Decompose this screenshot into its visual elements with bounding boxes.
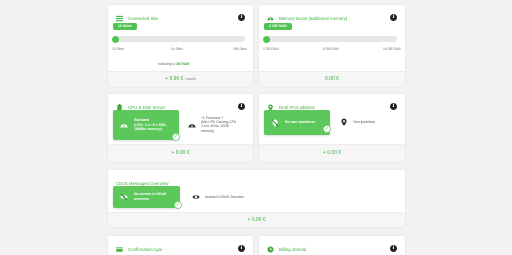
- cpu-option-standard[interactable]: Standard (CPU: 2.4 / 2 x SSD, 16MB/s mem…: [113, 110, 179, 140]
- cpu-title: CPU & Disk Server: [128, 104, 166, 110]
- cpu-option-plus-label: +1 Processor + (Min CPU Caching CPU 2.4 …: [201, 116, 237, 133]
- connections-slider-track[interactable]: [115, 36, 245, 42]
- memory-price: 0.00 €: [325, 76, 339, 82]
- gauge-icon: [120, 124, 128, 128]
- info-icon[interactable]: i: [390, 103, 397, 110]
- memory-header: Memory Boost (additional memory) i: [267, 13, 397, 23]
- ip-card: Dedi IPv4 address i No own ipaddress ✓ O…: [259, 94, 405, 162]
- memory-tick-min: 0 GB RAM: [263, 47, 279, 51]
- connections-title: Connected Site: [128, 15, 159, 21]
- overview-title: CDoS Messages Overview: [116, 180, 169, 186]
- info-icon[interactable]: i: [390, 14, 397, 21]
- ip-option-own-label: Own ipaddress: [353, 120, 375, 124]
- connections-value-badge: 10 Sites: [113, 23, 137, 30]
- memory-tick-mid: 8 GB RAM: [323, 47, 339, 51]
- gauge-icon: [188, 124, 196, 128]
- cpu-price: + 0.00 €: [171, 150, 190, 156]
- overview-option-no-access-label: No access to DDoS overview: [134, 192, 167, 201]
- connections-price-bar: + 9.90 € / month: [108, 71, 253, 87]
- connections-slider-knob[interactable]: [112, 35, 119, 43]
- connections-tick-min: 10 Sites: [112, 47, 124, 51]
- connections-tick-mid: 64 Sites: [171, 47, 183, 51]
- eye-off-icon: [120, 193, 128, 201]
- memory-tick-max: 16 GB RAM: [383, 47, 401, 51]
- info-icon[interactable]: i: [238, 245, 245, 252]
- ip-price: + 0.00 €: [322, 150, 342, 156]
- billing-title: Confirmation type: [128, 246, 163, 252]
- connections-included-note: Including 1 GB RAM: [158, 62, 190, 66]
- cpu-option-standard-label: Standard (CPU: 2.4 / 2 x SSD, 16MB/s mem…: [134, 118, 167, 132]
- eye-icon: [192, 195, 200, 199]
- pin-icon: [341, 118, 347, 126]
- clock-icon: [267, 245, 274, 253]
- overview-option-no-access[interactable]: No access to DDoS overview: [113, 186, 180, 208]
- info-icon[interactable]: i: [238, 103, 245, 110]
- interval-header: Billing interval i: [267, 244, 397, 254]
- connections-card: Connected Site i 10 Sites 10 Sites 64 Si…: [108, 5, 253, 87]
- billing-header: Confirmation type i: [116, 244, 245, 254]
- ip-option-none-label: No own ipaddress: [285, 120, 316, 124]
- cpu-option-check-icon: ✓: [172, 133, 180, 141]
- billing-card: Confirmation type i: [108, 236, 253, 255]
- cpu-card: CPU & Disk Server i Standard (CPU: 2.4 /…: [108, 94, 253, 162]
- memory-slider-track[interactable]: [266, 36, 397, 42]
- overview-price: + 0.00 €: [247, 217, 266, 223]
- cpu-option-plus[interactable]: +1 Processor + (Min CPU Caching CPU 2.4 …: [188, 116, 236, 133]
- memory-slider-knob[interactable]: [263, 35, 270, 43]
- info-icon[interactable]: i: [238, 14, 245, 21]
- pin-off-icon: [271, 118, 279, 127]
- overview-card: CDoS Messages Overview No access to DDoS…: [108, 170, 405, 227]
- memory-card: Memory Boost (additional memory) i 0 GB …: [259, 5, 405, 87]
- overview-price-bar: + 0.00 €: [108, 212, 405, 227]
- ip-title: Dedi IPv4 address: [279, 104, 315, 110]
- overview-option-access-label: Access to DDoS Overview: [205, 195, 244, 199]
- connections-price: + 9.90 €: [165, 76, 184, 82]
- ip-option-check-icon: ✓: [323, 125, 331, 133]
- memory-value-badge: 0 GB RAM: [264, 23, 292, 30]
- cpu-price-bar: + 0.00 €: [108, 144, 253, 162]
- connections-included-value: 1 GB RAM: [172, 62, 190, 66]
- connections-price-unit: / month: [184, 77, 196, 81]
- memory-price-bar: 0.00 €: [259, 71, 405, 87]
- connections-tick-max: 956 Sites: [233, 47, 247, 51]
- interval-title: Billing interval: [279, 246, 307, 252]
- info-icon[interactable]: i: [390, 245, 397, 252]
- lines-icon: [116, 15, 123, 21]
- card-icon: [116, 246, 123, 252]
- ip-price-bar: + 0.00 €: [259, 144, 405, 162]
- overview-option-access[interactable]: Access to DDoS Overview: [192, 193, 244, 201]
- connections-header: Connected Site i: [116, 13, 245, 23]
- ip-option-own[interactable]: Own ipaddress: [340, 118, 375, 126]
- memory-title: Memory Boost (additional memory): [279, 15, 348, 21]
- overview-option-check-icon: ✓: [174, 201, 182, 209]
- interval-card: Billing interval i: [259, 236, 405, 255]
- ip-option-none[interactable]: No own ipaddress: [264, 110, 330, 135]
- gauge-icon: [267, 16, 274, 20]
